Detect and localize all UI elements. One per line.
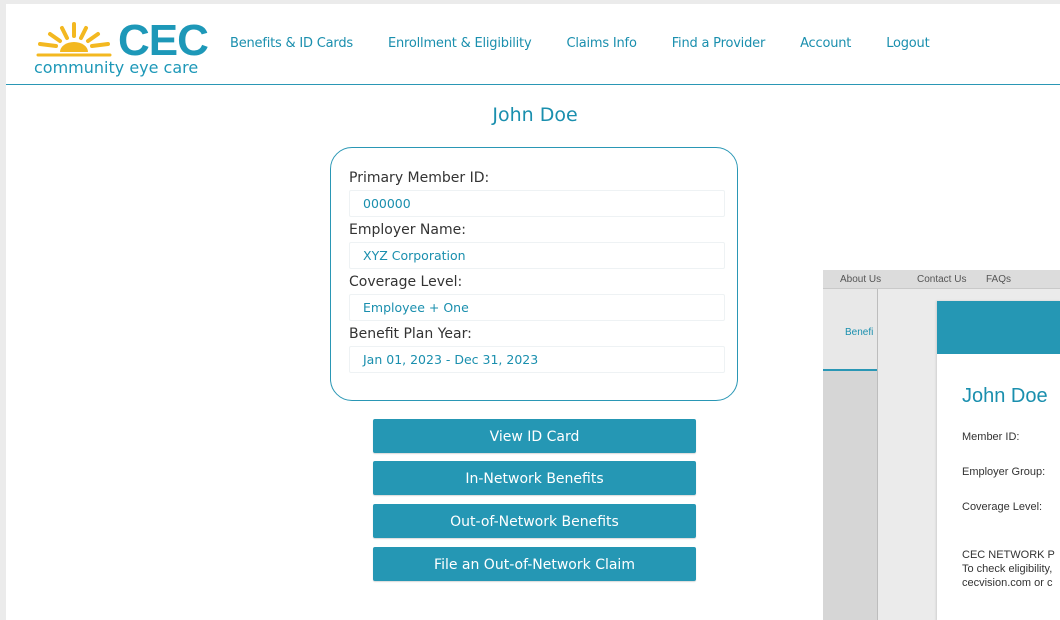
in-network-benefits-button[interactable]: In-Network Benefits bbox=[373, 461, 696, 495]
overlay-faqs-link[interactable]: FAQs bbox=[986, 274, 1011, 285]
field-value: Employee + One bbox=[349, 294, 725, 321]
site-header: CEC community eye care Benefits & ID Car… bbox=[6, 4, 1060, 85]
field-value: 000000 bbox=[349, 190, 725, 217]
id-card-member-name: John Doe bbox=[962, 385, 1048, 407]
nav-enrollment-eligibility[interactable]: Enrollment & Eligibility bbox=[388, 36, 532, 51]
field-label: Primary Member ID: bbox=[349, 170, 490, 186]
benefit-plan-year-field: Benefit Plan Year: Jan 01, 2023 - Dec 31… bbox=[349, 324, 725, 373]
logo-tagline: community eye care bbox=[34, 58, 199, 77]
overlay-contact-link[interactable]: Contact Us bbox=[917, 274, 966, 285]
id-card-preview-overlay: About Us Contact Us FAQs Benefi John Doe… bbox=[823, 270, 1060, 620]
id-card-employer-group-label: Employer Group: bbox=[962, 466, 1046, 478]
member-info-card: Primary Member ID: 000000 Employer Name:… bbox=[330, 147, 738, 401]
out-of-network-benefits-button[interactable]: Out-of-Network Benefits bbox=[373, 504, 696, 538]
field-label: Employer Name: bbox=[349, 222, 466, 238]
file-claim-button[interactable]: File an Out-of-Network Claim bbox=[373, 547, 696, 581]
sun-icon bbox=[36, 22, 112, 57]
field-value: XYZ Corporation bbox=[349, 242, 725, 269]
overlay-about-link[interactable]: About Us bbox=[840, 274, 881, 285]
overlay-benefits-link[interactable]: Benefi bbox=[845, 327, 873, 338]
employer-name-field: Employer Name: XYZ Corporation bbox=[349, 220, 725, 269]
main-nav: Benefits & ID Cards Enrollment & Eligibi… bbox=[230, 36, 965, 51]
nav-logout[interactable]: Logout bbox=[886, 36, 930, 51]
id-card-coverage-level-label: Coverage Level: bbox=[962, 501, 1043, 513]
id-card-website-text: cecvision.com or c bbox=[962, 577, 1053, 589]
id-card-member-id-label: Member ID: bbox=[962, 431, 1020, 443]
view-id-card-button[interactable]: View ID Card bbox=[373, 419, 696, 453]
field-label: Coverage Level: bbox=[349, 274, 463, 290]
id-card-header-band bbox=[937, 301, 1060, 354]
cec-logo[interactable]: CEC community eye care bbox=[32, 18, 212, 78]
field-value: Jan 01, 2023 - Dec 31, 2023 bbox=[349, 346, 725, 373]
nav-find-provider[interactable]: Find a Provider bbox=[672, 36, 766, 51]
member-name-heading: John Doe bbox=[492, 104, 578, 126]
overlay-top-bar: About Us Contact Us FAQs bbox=[823, 270, 1060, 289]
id-card-network-text: CEC NETWORK P bbox=[962, 549, 1055, 561]
coverage-level-field: Coverage Level: Employee + One bbox=[349, 272, 725, 321]
nav-benefits-id-cards[interactable]: Benefits & ID Cards bbox=[230, 36, 353, 51]
member-id-field: Primary Member ID: 000000 bbox=[349, 168, 725, 217]
overlay-left-strip: Benefi bbox=[823, 289, 877, 620]
id-card-eligibility-text: To check eligibility, bbox=[962, 563, 1053, 575]
field-label: Benefit Plan Year: bbox=[349, 326, 472, 342]
overlay-left-nav: Benefi bbox=[823, 289, 877, 371]
nav-claims-info[interactable]: Claims Info bbox=[566, 36, 636, 51]
id-card-preview: John Doe Member ID: Employer Group: Cove… bbox=[937, 301, 1060, 620]
nav-account[interactable]: Account bbox=[800, 36, 851, 51]
overlay-panel: John Doe Member ID: Employer Group: Cove… bbox=[877, 289, 1060, 620]
